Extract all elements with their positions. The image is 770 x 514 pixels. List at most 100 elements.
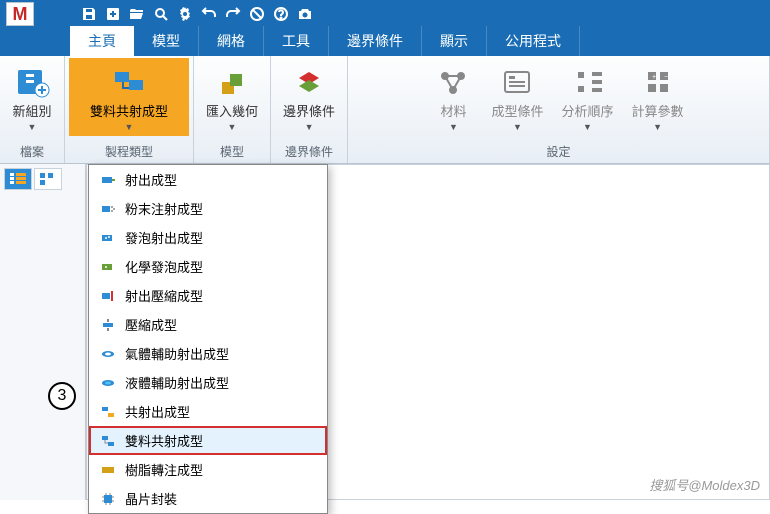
- menu-item-label: 壓縮成型: [125, 315, 177, 334]
- tab-mesh[interactable]: 網格: [199, 26, 264, 56]
- open-icon[interactable]: [126, 3, 148, 25]
- menu-item-co-injection[interactable]: 共射出成型: [89, 397, 327, 426]
- menu-item-liquid-assist[interactable]: 液體輔助射出成型: [89, 368, 327, 397]
- chevron-down-icon: ▼: [305, 122, 314, 132]
- help-icon[interactable]: [270, 3, 292, 25]
- foam-icon: [99, 229, 117, 247]
- co-inject-icon: [99, 403, 117, 421]
- rtm-icon: [99, 461, 117, 479]
- ribbon-btn-label: 分析順序: [562, 104, 614, 120]
- boundary-conditions-button[interactable]: 邊界條件 ▼: [275, 58, 343, 136]
- compute-params-button[interactable]: +− 計算參數 ▼: [624, 58, 692, 136]
- tab-display[interactable]: 顯示: [422, 26, 487, 56]
- co-injection-icon: [109, 62, 149, 102]
- sidebar: [0, 164, 86, 500]
- ribbon-btn-label: 成型條件: [491, 104, 543, 120]
- menu-item-powder[interactable]: 粉末注射成型: [89, 194, 327, 223]
- tab-tools[interactable]: 工具: [264, 26, 329, 56]
- menu-item-inject-compress[interactable]: 射出壓縮成型: [89, 281, 327, 310]
- svg-text:+: +: [652, 74, 656, 81]
- quick-access-toolbar: M: [0, 0, 770, 28]
- app-logo-icon: M: [6, 2, 34, 26]
- process-type-button[interactable]: 雙料共射成型 ▼: [69, 58, 189, 136]
- menu-item-label: 發泡射出成型: [125, 228, 203, 247]
- menu-item-ic-package[interactable]: 晶片封裝: [89, 484, 327, 513]
- camera-icon[interactable]: [294, 3, 316, 25]
- annotation-callout: 3: [48, 382, 76, 410]
- menu-item-label: 樹脂轉注成型: [125, 460, 203, 479]
- chip-icon: [99, 490, 117, 508]
- sidebar-view-tree[interactable]: [34, 168, 62, 190]
- inject-compress-icon: [99, 287, 117, 305]
- chem-foam-icon: [99, 258, 117, 276]
- tab-utilities[interactable]: 公用程式: [487, 26, 580, 56]
- ribbon: 新組別 ▼ 檔案 雙料共射成型 ▼ 製程類型 匯入幾何 ▼ 模型: [0, 56, 770, 164]
- ribbon-btn-label: 雙料共射成型: [90, 104, 168, 120]
- menu-item-label: 射出成型: [125, 170, 177, 189]
- menu-item-gas-assist[interactable]: 氣體輔助射出成型: [89, 339, 327, 368]
- ribbon-tabs: 主頁 模型 網格 工具 邊界條件 顯示 公用程式: [0, 28, 770, 56]
- chevron-down-icon: ▼: [125, 122, 134, 132]
- analysis-sequence-button[interactable]: 分析順序 ▼: [554, 58, 622, 136]
- ribbon-group-label: 邊界條件: [285, 141, 333, 162]
- ribbon-group-settings: 材料 ▼ 成型條件 ▼ 分析順序 ▼ +− 計算參數 ▼ 設定: [348, 56, 770, 163]
- watermark: 搜狐号@Moldex3D: [649, 475, 760, 494]
- menu-item-chem-foam[interactable]: 化學發泡成型: [89, 252, 327, 281]
- compress-icon: [99, 316, 117, 334]
- menu-item-bi-injection[interactable]: 雙料共射成型: [89, 426, 327, 455]
- ribbon-group-label: 設定: [547, 141, 571, 162]
- stop-icon[interactable]: [246, 3, 268, 25]
- injection-icon: [99, 171, 117, 189]
- ribbon-btn-label: 計算參數: [632, 104, 684, 120]
- undo-icon[interactable]: [198, 3, 220, 25]
- chevron-down-icon: ▼: [449, 122, 458, 132]
- ribbon-btn-label: 匯入幾何: [206, 104, 258, 120]
- ribbon-group-model: 匯入幾何 ▼ 模型: [194, 56, 271, 163]
- ribbon-group-process: 雙料共射成型 ▼ 製程類型: [65, 56, 194, 163]
- new-group-icon: [12, 62, 52, 102]
- redo-icon[interactable]: [222, 3, 244, 25]
- sidebar-view-list[interactable]: [4, 168, 32, 190]
- import-geometry-button[interactable]: 匯入幾何 ▼: [198, 58, 266, 136]
- process-type-dropdown: 射出成型 粉末注射成型 發泡射出成型 化學發泡成型 射出壓縮成型 壓縮成型 氣體…: [88, 164, 328, 514]
- ribbon-group-label: 模型: [220, 141, 244, 162]
- menu-item-label: 雙料共射成型: [125, 431, 203, 450]
- conditions-icon: [497, 62, 537, 102]
- molding-conditions-button[interactable]: 成型條件 ▼: [483, 58, 551, 136]
- ribbon-group-boundary: 邊界條件 ▼ 邊界條件: [271, 56, 348, 163]
- menu-item-compress[interactable]: 壓縮成型: [89, 310, 327, 339]
- ribbon-group-file: 新組別 ▼ 檔案: [0, 56, 65, 163]
- menu-item-label: 共射出成型: [125, 402, 190, 421]
- chevron-down-icon: ▼: [28, 122, 37, 132]
- material-icon: [433, 62, 473, 102]
- boundary-icon: [289, 62, 329, 102]
- search-icon[interactable]: [150, 3, 172, 25]
- ribbon-group-label: 檔案: [20, 141, 44, 162]
- settings-icon[interactable]: [174, 3, 196, 25]
- tab-boundary[interactable]: 邊界條件: [329, 26, 422, 56]
- menu-item-foam[interactable]: 發泡射出成型: [89, 223, 327, 252]
- material-button[interactable]: 材料 ▼: [425, 58, 481, 136]
- chevron-down-icon: ▼: [228, 122, 237, 132]
- tab-model[interactable]: 模型: [134, 26, 199, 56]
- ribbon-btn-label: 邊界條件: [283, 104, 335, 120]
- ribbon-btn-label: 材料: [440, 104, 466, 120]
- new-group-button[interactable]: 新組別 ▼: [4, 58, 60, 136]
- ribbon-btn-label: 新組別: [12, 104, 51, 120]
- tab-home[interactable]: 主頁: [70, 26, 134, 56]
- import-geometry-icon: [212, 62, 252, 102]
- menu-item-rtm[interactable]: 樹脂轉注成型: [89, 455, 327, 484]
- chevron-down-icon: ▼: [583, 122, 592, 132]
- menu-item-label: 液體輔助射出成型: [125, 373, 229, 392]
- ribbon-group-label: 製程類型: [105, 141, 153, 162]
- chevron-down-icon: ▼: [653, 122, 662, 132]
- save-icon[interactable]: [78, 3, 100, 25]
- liquid-assist-icon: [99, 374, 117, 392]
- menu-item-label: 氣體輔助射出成型: [125, 344, 229, 363]
- gas-assist-icon: [99, 345, 117, 363]
- menu-item-injection[interactable]: 射出成型: [89, 165, 327, 194]
- chevron-down-icon: ▼: [513, 122, 522, 132]
- new-icon[interactable]: [102, 3, 124, 25]
- bi-inject-icon: [99, 432, 117, 450]
- menu-item-label: 化學發泡成型: [125, 257, 203, 276]
